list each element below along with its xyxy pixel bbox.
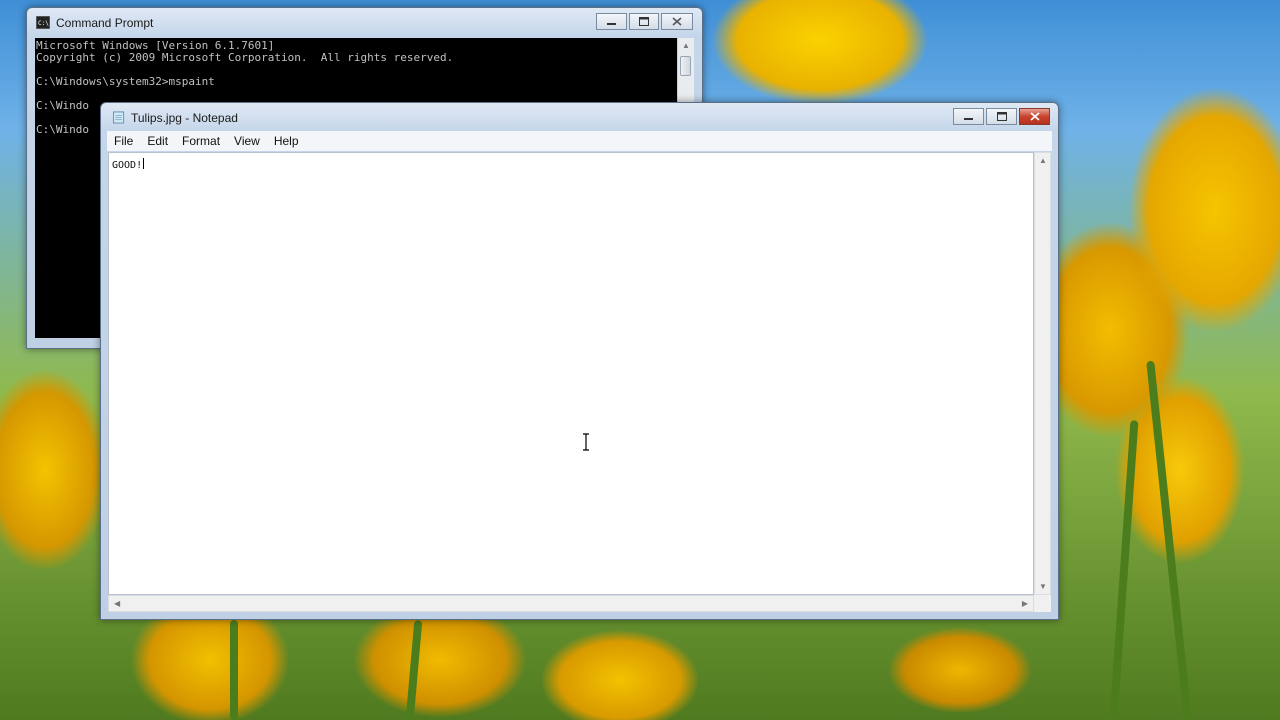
minimize-button[interactable] bbox=[953, 108, 984, 125]
menu-view[interactable]: View bbox=[227, 134, 267, 148]
menu-bar: File Edit Format View Help bbox=[107, 131, 1052, 151]
scroll-up-icon[interactable]: ▲ bbox=[682, 41, 690, 50]
close-icon bbox=[672, 17, 682, 26]
maximize-button[interactable] bbox=[986, 108, 1017, 125]
tulip-stem bbox=[230, 620, 238, 720]
resize-grip[interactable] bbox=[1034, 595, 1051, 612]
menu-format[interactable]: Format bbox=[175, 134, 227, 148]
cmd-title-bar[interactable]: C:\ Command Prompt bbox=[27, 8, 702, 36]
text-caret bbox=[143, 158, 145, 169]
editor-content: GOOD! bbox=[112, 160, 143, 171]
maximize-icon bbox=[639, 17, 649, 26]
minimize-button[interactable] bbox=[596, 13, 627, 30]
scroll-down-icon[interactable]: ▼ bbox=[1039, 582, 1047, 591]
menu-file[interactable]: File bbox=[107, 134, 140, 148]
close-icon bbox=[1029, 112, 1040, 121]
menu-help[interactable]: Help bbox=[267, 134, 306, 148]
minimize-icon bbox=[964, 118, 973, 120]
tulip-stem bbox=[1109, 420, 1139, 720]
notepad-vertical-scrollbar[interactable]: ▲ ▼ bbox=[1034, 152, 1051, 595]
notepad-title-bar[interactable]: Tulips.jpg - Notepad bbox=[101, 103, 1058, 131]
scroll-thumb[interactable] bbox=[680, 56, 691, 76]
notepad-title: Tulips.jpg - Notepad bbox=[131, 111, 238, 125]
cmd-title: Command Prompt bbox=[56, 16, 154, 30]
svg-text:C:\: C:\ bbox=[38, 20, 49, 27]
scroll-up-icon[interactable]: ▲ bbox=[1039, 156, 1047, 165]
text-editor[interactable]: GOOD! bbox=[108, 152, 1034, 595]
console-icon: C:\ bbox=[36, 16, 50, 29]
notepad-window[interactable]: Tulips.jpg - Notepad File Edit Format Vi… bbox=[100, 102, 1059, 620]
minimize-icon bbox=[607, 23, 616, 25]
console-line: Copyright (c) 2009 Microsoft Corporation… bbox=[36, 51, 454, 64]
notepad-horizontal-scrollbar[interactable]: ◀ ▶ bbox=[108, 595, 1034, 612]
close-button[interactable] bbox=[1019, 108, 1050, 125]
maximize-button[interactable] bbox=[629, 13, 659, 30]
console-line: C:\Windows\system32>mspaint bbox=[36, 75, 215, 88]
close-button[interactable] bbox=[661, 13, 693, 30]
menu-edit[interactable]: Edit bbox=[140, 134, 175, 148]
scroll-right-icon[interactable]: ▶ bbox=[1022, 599, 1028, 608]
tulip-stem bbox=[405, 619, 423, 720]
scroll-left-icon[interactable]: ◀ bbox=[114, 599, 120, 608]
tulip-stem bbox=[1146, 360, 1192, 720]
text-cursor-icon bbox=[583, 433, 589, 451]
notepad-icon bbox=[112, 111, 125, 124]
maximize-icon bbox=[996, 112, 1007, 121]
